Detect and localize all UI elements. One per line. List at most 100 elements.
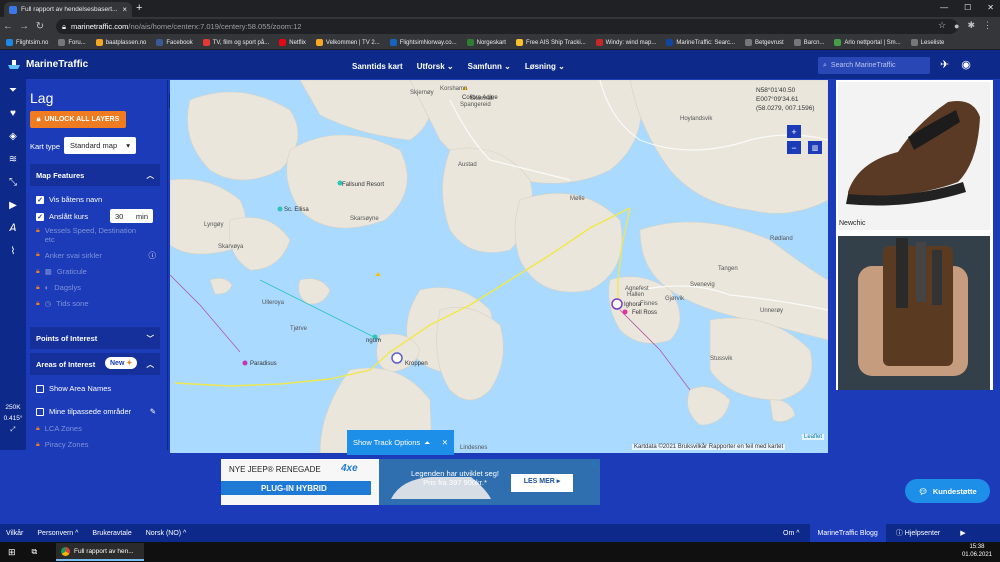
forward-icon[interactable]: →	[16, 21, 32, 32]
unlock-all-layers-button[interactable]: 🔒︎ UNLOCK ALL LAYERS	[30, 111, 126, 128]
footer-help-link[interactable]: ⓘ Hjelpsenter	[896, 528, 940, 538]
layers-icon[interactable]: ◈	[0, 125, 26, 148]
footer-language-select[interactable]: Norsk (NO) ^	[146, 530, 187, 537]
footer-om-link[interactable]: Om ^	[783, 530, 800, 537]
bookmark-item[interactable]: Foru...	[58, 39, 86, 46]
bookmark-favicon-icon	[466, 39, 474, 46]
bookmark-item[interactable]: Free AIS Ship Tracki...	[515, 39, 586, 46]
vessel-label[interactable]: Sc. Ellisa	[284, 207, 309, 213]
leaflet-attribution[interactable]: Leaflet	[802, 434, 825, 440]
vessel-label[interactable]: Fallsund Resort	[342, 182, 384, 188]
customer-support-button[interactable]: 💬︎ Kundestøtte	[905, 479, 990, 503]
star-icon[interactable]: ☆	[938, 20, 946, 31]
nav-utforsk[interactable]: Utforsk ⌄	[417, 62, 454, 71]
areas-of-interest-header[interactable]: Areas of Interest ︿	[30, 353, 160, 375]
bookmark-item[interactable]: Facebook	[156, 39, 193, 46]
show-track-options-bar[interactable]: Show Track Options ⏶ ✕	[347, 430, 454, 455]
zoom-out-button[interactable]: −	[787, 141, 801, 154]
menu-icon[interactable]: ⋮	[983, 20, 992, 31]
bookmark-item[interactable]: TV, film og sport på...	[202, 39, 269, 46]
checkbox-empty-icon[interactable]	[36, 407, 44, 416]
map-attribution[interactable]: Kartdata ©2021 Bruksvilkår Rapporter en …	[632, 444, 786, 450]
url-field[interactable]: 🔒︎ marinetraffic.com/no/ais/home/centerx…	[56, 19, 958, 34]
site-logo[interactable]: MarineTraffic	[6, 57, 88, 71]
footer-brukeravtale-link[interactable]: Brukeravtale	[92, 530, 131, 537]
checkbox-checked-icon[interactable]: ✓	[36, 195, 44, 204]
show-area-names-toggle[interactable]: Show Area Names	[36, 384, 111, 393]
vessel-label[interactable]: Kroppen	[405, 361, 428, 367]
fullscreen-icon[interactable]: ⤢	[0, 424, 26, 435]
launch-icon[interactable]: ✈	[940, 58, 949, 71]
browser-tab[interactable]: Full rapport av hendelsesbasert... ×	[4, 2, 132, 17]
ad-image-holster[interactable]	[838, 236, 990, 390]
bookmark-item[interactable]: Betgevrust	[745, 39, 784, 46]
minimize-icon[interactable]: —	[940, 3, 948, 12]
map-features-header[interactable]: Map Features ︿	[30, 164, 160, 186]
bookmark-item[interactable]: baatplassen.no	[95, 39, 146, 46]
ad-image-shoe[interactable]	[838, 82, 990, 230]
weather-icon[interactable]: ≋	[0, 148, 26, 171]
mine-omrader-toggle[interactable]: Mine tilpassede områder ✎	[36, 407, 156, 416]
vessel-label[interactable]: Ighora	[624, 302, 642, 308]
taskbar-chrome-app[interactable]: Full rapport av hen...	[56, 543, 144, 561]
filter-icon[interactable]: ⏷	[0, 79, 26, 102]
bookmark-item[interactable]: MarineTraffic: Searc...	[666, 39, 735, 46]
account-icon[interactable]: ◉	[961, 58, 971, 71]
bookmark-item[interactable]: Netflix	[279, 39, 306, 46]
reload-icon[interactable]: ↻	[32, 21, 48, 32]
footer-vilkar-link[interactable]: Vilkår	[6, 530, 23, 537]
measure-icon[interactable]: ⤡	[0, 171, 26, 194]
close-window-icon[interactable]: ✕	[987, 3, 994, 12]
windows-start-icon[interactable]: ⊞	[8, 547, 16, 558]
extensions-icon[interactable]: ✱	[967, 20, 975, 31]
maximize-icon[interactable]: ☐	[964, 3, 971, 12]
checkbox-empty-icon[interactable]	[36, 384, 44, 393]
banner-cta-button[interactable]: LES MER ▸	[513, 477, 571, 485]
jeep-ad-banner[interactable]: NYE JEEP® RENEGADE 4xe PLUG-IN HYBRID Le…	[221, 459, 600, 505]
new-tab-button[interactable]: +	[136, 3, 142, 14]
site-search-input[interactable]: ⌕ Search MarineTraffic	[818, 57, 930, 74]
profile-icon[interactable]: ●	[954, 21, 959, 31]
points-of-interest-header[interactable]: Points of Interest ﹀	[30, 327, 160, 349]
nav-samfunn[interactable]: Samfunn ⌄	[468, 62, 511, 71]
info-icon[interactable]: ⓘ	[149, 250, 157, 261]
footer-personvern-link[interactable]: Personvern ^	[37, 530, 78, 537]
bookmark-item[interactable]: Windy: wind map...	[595, 39, 656, 46]
play-store-icon[interactable]: ▶	[960, 529, 965, 537]
map-type-select[interactable]: Standard map ▾	[64, 137, 136, 154]
nav-losning[interactable]: Løsning ⌄	[525, 62, 565, 71]
nav-sanntids-kart[interactable]: Sanntids kart	[352, 62, 403, 71]
bookmark-item[interactable]: Barcn...	[793, 39, 824, 46]
vessel-label[interactable]: Fell Ross	[632, 310, 657, 316]
bookmark-item[interactable]: Norgeskart	[466, 39, 506, 46]
map-book-icon[interactable]: ▥	[808, 141, 822, 154]
task-view-icon[interactable]: ⧉	[32, 547, 38, 557]
vessel-label[interactable]: Paradisus	[250, 361, 277, 367]
bookmark-item[interactable]: FlightsimNorway.co...	[389, 39, 457, 46]
edit-pencil-icon[interactable]: ✎	[150, 407, 156, 416]
bookmark-item[interactable]: Flightsim.no	[6, 39, 48, 46]
kurs-minutes-input[interactable]: 30 min	[110, 209, 153, 223]
footer-blog-link[interactable]: MarineTraffic Blogg	[809, 524, 886, 542]
bookmark-item[interactable]: Leseliste	[910, 39, 944, 46]
vessel-label[interactable]: ngum	[366, 338, 381, 344]
favorites-icon[interactable]: ♥	[0, 102, 26, 125]
vessel-label[interactable]: Colibra Adine	[462, 95, 498, 101]
close-icon[interactable]: ✕	[442, 438, 448, 447]
bookmark-item[interactable]: Arlo nettportal | Sm...	[834, 39, 901, 46]
anslatt-kurs-toggle[interactable]: ✓ Anslått kurs	[36, 212, 88, 221]
analytics-icon[interactable]: ⌇	[0, 240, 26, 263]
close-tab-icon[interactable]: ×	[122, 5, 127, 14]
system-clock[interactable]: 15:38 01.06.2021	[962, 543, 992, 559]
ad-close-icon[interactable]: ✕	[591, 460, 597, 468]
banner-brand: NYE JEEP® RENEGADE	[229, 465, 321, 474]
vis-batens-navn-toggle[interactable]: ✓ Vis båtens navn	[36, 195, 102, 204]
back-icon[interactable]: ←	[0, 21, 16, 32]
search-placeholder: Search MarineTraffic	[830, 62, 896, 69]
checkbox-checked-icon[interactable]: ✓	[36, 212, 44, 221]
route-icon[interactable]: 𝘈	[0, 217, 26, 240]
map-canvas[interactable]: Skjernøy Spangereid Korshamn Hallen Agnefest…	[170, 80, 828, 453]
bookmark-item[interactable]: Velkommen | TV 2...	[315, 39, 380, 46]
zoom-in-button[interactable]: +	[787, 125, 801, 138]
play-icon[interactable]: ▶	[0, 194, 26, 217]
